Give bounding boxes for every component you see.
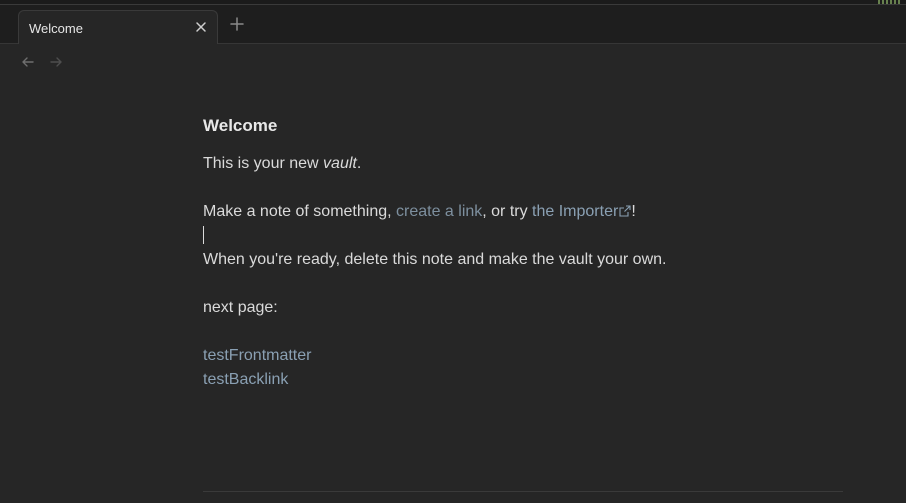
ready-line: When you're ready, delete this note and … [203,251,667,268]
intro-emphasis: vault [323,155,357,172]
status-dots [878,0,900,4]
make-suffix: ! [631,203,636,220]
link-testbacklink[interactable]: testBacklink [203,368,843,392]
make-prefix: Make a note of something, [203,203,396,220]
intro-line: This is your new vault. [203,152,843,176]
intro-suffix: . [356,155,362,172]
plus-icon[interactable] [228,15,246,33]
tab-welcome[interactable]: Welcome [18,10,218,44]
create-link[interactable]: create a link [396,203,482,220]
editor-cursor-line[interactable] [203,224,843,248]
arrow-left-icon[interactable] [20,54,36,70]
external-link-icon [619,201,631,217]
next-page-label: next page: [203,299,278,316]
make-note-line: Make a note of something, create a link,… [203,200,843,224]
importer-link-label: the Importer [532,203,619,220]
intro-prefix: This is your new [203,155,324,172]
link-testfrontmatter[interactable]: testFrontmatter [203,344,843,368]
arrow-right-icon[interactable] [48,54,64,70]
content-divider [203,491,843,492]
note-title: Welcome [203,116,278,135]
tab-bar: Welcome [0,5,906,44]
close-icon[interactable] [193,19,209,35]
make-middle: , or try [482,203,533,220]
note-content[interactable]: Welcome This is your new vault. Make a n… [203,114,843,392]
importer-link[interactable]: the Importer [532,203,631,220]
text-cursor [203,226,204,244]
tab-title: Welcome [29,21,83,36]
